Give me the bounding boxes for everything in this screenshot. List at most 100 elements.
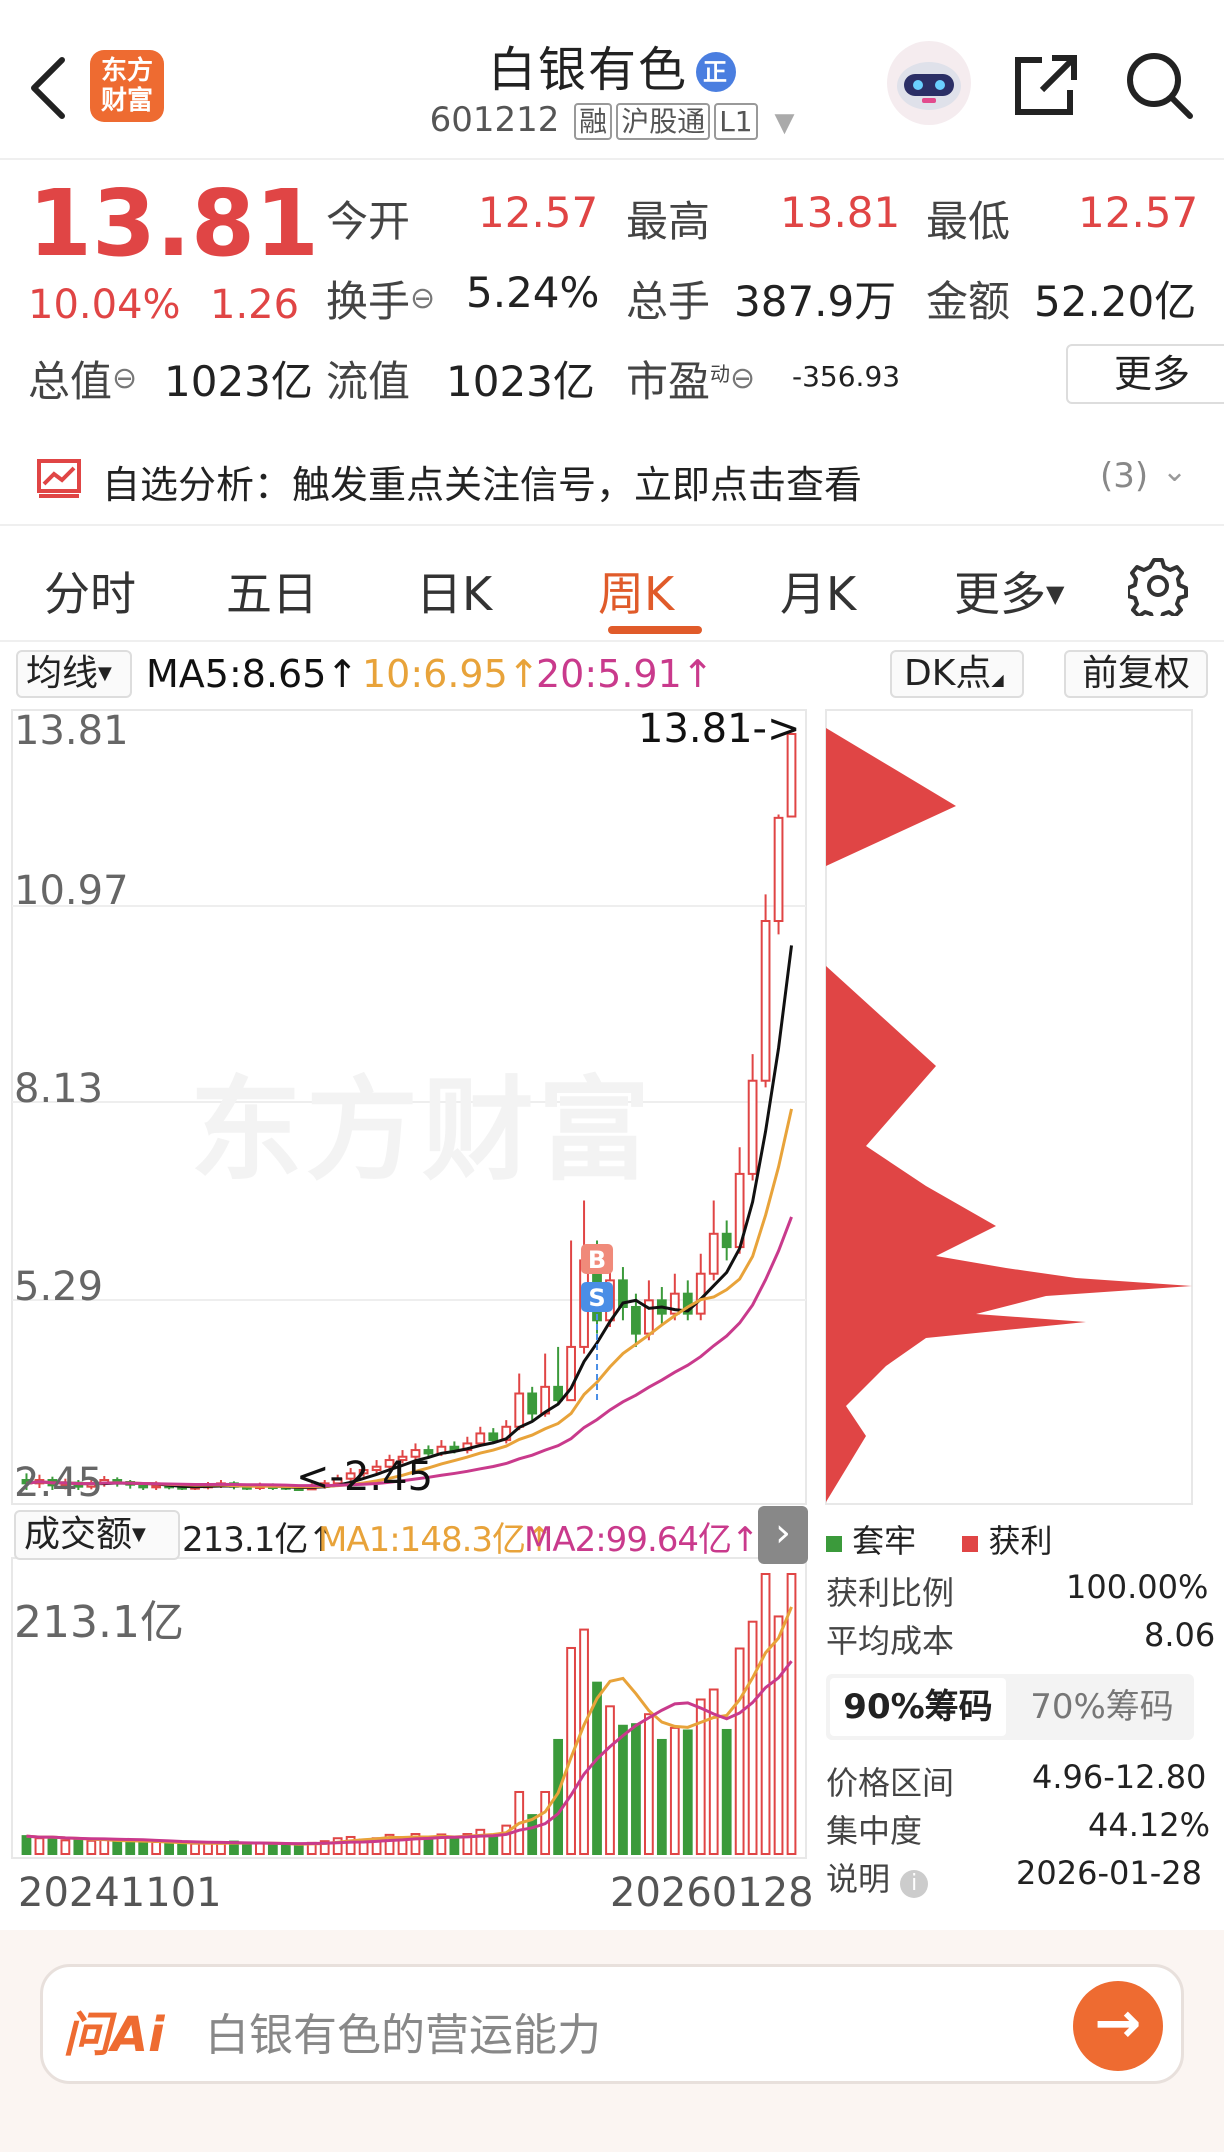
caret-down-icon: ▼ [132, 1524, 146, 1545]
app-header: 东方 财富 白银有色正 601212 融沪股通 L1 ▼ [0, 0, 1224, 160]
search-icon[interactable] [1124, 50, 1194, 120]
info-icon[interactable]: ⊖ [730, 361, 755, 396]
caret-down-icon: ▼ [1046, 580, 1065, 608]
axis-label-3: 8.13 [14, 1066, 104, 1112]
tag-margin: 融 [574, 103, 613, 140]
turnover-label[interactable]: 换手⊖ [326, 268, 435, 329]
volume-bar [618, 1724, 628, 1856]
tab-more[interactable]: 更多▼ [954, 558, 1064, 624]
robot-avatar-icon[interactable] [886, 40, 972, 126]
dk-point-button[interactable]: DK点◢ [890, 650, 1024, 698]
float-value: 1023亿 [446, 357, 595, 406]
volume-bar [21, 1835, 32, 1856]
adjust-button[interactable]: 前复权 [1064, 650, 1208, 698]
volume-value: 387.9万 [734, 277, 897, 326]
note-date: 2026-01-28 [1016, 1854, 1202, 1892]
volume-bar [449, 1838, 460, 1856]
tab-chip-70[interactable]: 70%筹码 [1014, 1678, 1190, 1736]
range-label: 价格区间 [826, 1764, 955, 1802]
range-value: 4.96-12.80 [1032, 1758, 1207, 1796]
low-annotation: <-2.45 [296, 1454, 434, 1500]
volume-bar [254, 1842, 265, 1856]
banner-text: 自选分析：触发重点关注信号，立即点击查看 [102, 463, 863, 507]
volume-bar [177, 1842, 187, 1855]
candle-body [773, 816, 784, 923]
tab-weekly-k[interactable]: 周K [598, 558, 674, 624]
ma5-line [26, 945, 794, 1489]
info-icon[interactable]: ⊖ [410, 281, 435, 316]
ma-selector-label: 均线 [26, 653, 99, 694]
volume-bar [760, 1573, 771, 1855]
candle-body [488, 1432, 499, 1442]
corner-icon: ◢ [991, 670, 1004, 689]
tab-daily-k[interactable]: 日K [416, 558, 492, 624]
stock-code: 601212 [429, 100, 560, 140]
tag-connect: 沪股通 [616, 103, 711, 140]
tab-five-day[interactable]: 五日 [226, 558, 318, 624]
change-pct: 10.04% [28, 282, 181, 328]
tab-chip-90[interactable]: 90%筹码 [830, 1678, 1006, 1736]
info-icon[interactable]: ⊖ [112, 361, 137, 396]
volume-bar [293, 1843, 304, 1855]
amount-label: 金额 [926, 277, 1011, 326]
low-value: 12.57 [1078, 188, 1199, 237]
tag-level: L1 [714, 103, 758, 140]
candle-body [527, 1392, 538, 1415]
arrow-right-icon[interactable]: → [1073, 1981, 1163, 2071]
axis-label-min: 2.45 [14, 1460, 104, 1506]
high-value: 13.81 [780, 188, 901, 237]
pe-label[interactable]: 市盈动⊖ [626, 348, 755, 409]
pe-value: -356.93 [792, 360, 901, 393]
volume-bar [475, 1828, 486, 1856]
ask-ai-input[interactable]: 白银有色的营运能力 [205, 1999, 601, 2063]
ma-selector[interactable]: 均线▼ [16, 650, 132, 698]
profit-ratio-label: 获利比例 [826, 1574, 955, 1612]
volume-bar [203, 1842, 213, 1856]
expand-button[interactable]: › [758, 1506, 808, 1564]
kline-chart[interactable]: BS [0, 704, 1224, 1930]
info-icon[interactable]: i [900, 1870, 929, 1898]
ma10-value: 10:6.95↑ [362, 652, 540, 696]
share-icon[interactable] [1012, 52, 1080, 118]
date-start: 20241101 [18, 1870, 222, 1916]
ma5-value: MA5:8.65↑ [146, 652, 359, 696]
chevron-down-icon[interactable]: ▼ [774, 108, 794, 138]
volume-selector-label: 成交额 [24, 1514, 133, 1555]
axis-label-max: 13.81 [14, 708, 129, 754]
volume-bar [242, 1843, 252, 1856]
mktcap-label-text: 总值 [28, 357, 113, 406]
volume-selector[interactable]: 成交额▼ [14, 1510, 180, 1560]
candle-body [721, 1232, 732, 1249]
pe-sup: 动 [710, 362, 731, 386]
candle-body [747, 1079, 758, 1175]
volume-label: 总手 [626, 277, 711, 326]
volume-bar [99, 1838, 110, 1855]
mktcap-value: 1023亿 [164, 357, 313, 406]
avg-cost-label: 平均成本 [826, 1622, 955, 1660]
note-label[interactable]: 说明 i [826, 1854, 929, 1900]
volume-bar [86, 1839, 97, 1855]
volume-bar [112, 1840, 123, 1856]
more-button[interactable]: 更多 [1066, 344, 1224, 404]
analysis-banner[interactable]: 自选分析：触发重点关注信号，立即点击查看 (3) ⌄ [0, 430, 1224, 526]
mktcap-label[interactable]: 总值⊖ [28, 348, 137, 409]
volume-bar [60, 1839, 71, 1856]
volume-bar [125, 1840, 136, 1856]
low-label: 最低 [926, 197, 1011, 246]
tab-intraday[interactable]: 分时 [44, 558, 136, 624]
volume-ma1: MA1:148.3亿↑ [318, 1520, 554, 1560]
high-label: 最高 [626, 197, 711, 246]
chevron-down-icon[interactable]: ⌄ [1162, 454, 1187, 489]
profit-ratio-value: 100.00% [1066, 1568, 1209, 1606]
tab-indicator [608, 626, 702, 634]
volume-bar [773, 1615, 784, 1856]
date-end: 20260128 [610, 1870, 814, 1916]
volume-bar [34, 1837, 45, 1856]
legend-trapped-swatch [826, 1536, 842, 1552]
volume-bar [605, 1705, 615, 1856]
tab-monthly-k[interactable]: 月K [780, 558, 856, 624]
gear-icon[interactable] [1128, 556, 1188, 616]
volume-bar [734, 1647, 745, 1856]
volume-ma2: MA2:99.64亿↑ [524, 1520, 760, 1560]
ask-ai-bar[interactable]: 问Ai 白银有色的营运能力 → [40, 1964, 1184, 2084]
